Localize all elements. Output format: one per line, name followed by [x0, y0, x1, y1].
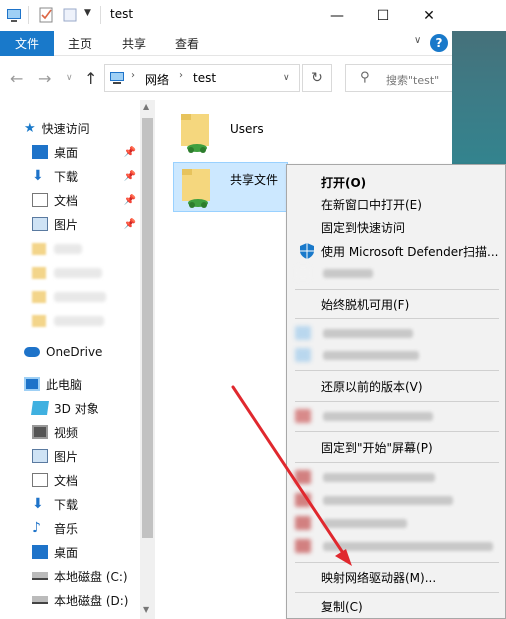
- annotation-arrow: [231, 385, 352, 566]
- arrow-head-icon: [335, 549, 352, 566]
- arrow-shaft: [231, 385, 347, 558]
